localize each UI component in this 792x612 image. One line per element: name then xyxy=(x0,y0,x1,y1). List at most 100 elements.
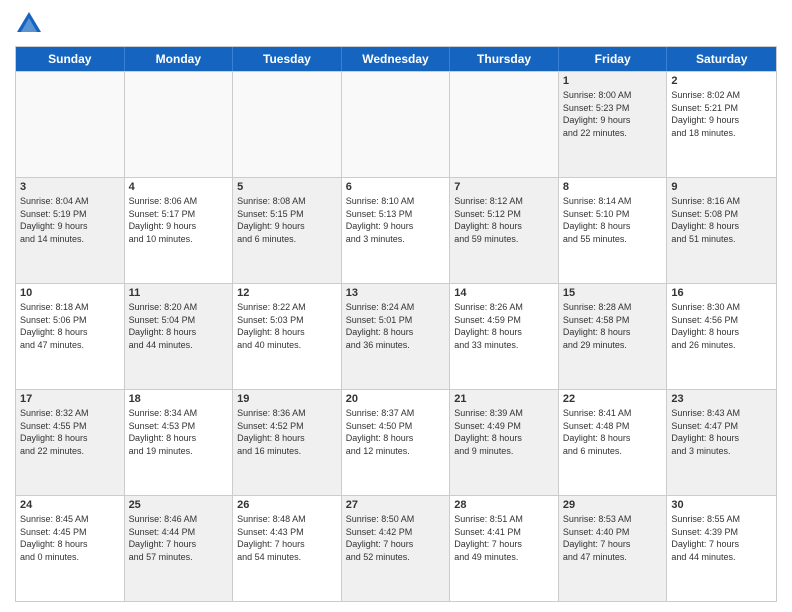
day-number: 27 xyxy=(346,499,446,511)
day-number: 7 xyxy=(454,181,554,193)
day-number: 22 xyxy=(563,393,663,405)
calendar-header-wednesday: Wednesday xyxy=(342,47,451,71)
day-info: Sunrise: 8:02 AMSunset: 5:21 PMDaylight:… xyxy=(671,89,772,139)
day-info: Sunrise: 8:20 AMSunset: 5:04 PMDaylight:… xyxy=(129,301,229,351)
calendar-cell: 16 Sunrise: 8:30 AMSunset: 4:56 PMDayligh… xyxy=(667,284,776,389)
calendar-cell: 1Sunrise: 8:00 AMSunset: 5:23 PMDaylight… xyxy=(559,72,668,177)
day-info: Sunrise: 8:22 AMSunset: 5:03 PMDaylight:… xyxy=(237,301,337,351)
calendar-body: 1Sunrise: 8:00 AMSunset: 5:23 PMDaylight… xyxy=(16,71,776,601)
calendar-row-0: 1Sunrise: 8:00 AMSunset: 5:23 PMDaylight… xyxy=(16,71,776,177)
calendar-header-friday: Friday xyxy=(559,47,668,71)
day-info: Sunrise: 8:16 AMSunset: 5:08 PMDaylight:… xyxy=(671,195,772,245)
calendar-cell xyxy=(450,72,559,177)
calendar-cell: 5 Sunrise: 8:08 AMSunset: 5:15 PMDaylight… xyxy=(233,178,342,283)
calendar-header-sunday: Sunday xyxy=(16,47,125,71)
calendar-cell: 7 Sunrise: 8:12 AMSunset: 5:12 PMDaylight… xyxy=(450,178,559,283)
calendar-row-3: 17 Sunrise: 8:32 AMSunset: 4:55 PMDayligh… xyxy=(16,389,776,495)
calendar-cell: 30Sunrise: 8:55 AMSunset: 4:39 PMDayligh… xyxy=(667,496,776,601)
day-info: Sunrise: 8:48 AMSunset: 4:43 PMDaylight:… xyxy=(237,513,337,563)
day-info: Sunrise: 8:34 AMSunset: 4:53 PMDaylight:… xyxy=(129,407,229,457)
calendar-cell: 3 Sunrise: 8:04 AMSunset: 5:19 PMDaylight… xyxy=(16,178,125,283)
day-number: 5 xyxy=(237,181,337,193)
day-number: 28 xyxy=(454,499,554,511)
calendar-cell: 4 Sunrise: 8:06 AMSunset: 5:17 PMDaylight… xyxy=(125,178,234,283)
calendar-row-1: 3 Sunrise: 8:04 AMSunset: 5:19 PMDaylight… xyxy=(16,177,776,283)
day-number: 25 xyxy=(129,499,229,511)
day-number: 24 xyxy=(20,499,120,511)
day-number: 17 xyxy=(20,393,120,405)
day-number: 26 xyxy=(237,499,337,511)
day-info: Sunrise: 8:04 AMSunset: 5:19 PMDaylight:… xyxy=(20,195,120,245)
day-info: Sunrise: 8:10 AMSunset: 5:13 PMDaylight:… xyxy=(346,195,446,245)
calendar-row-4: 24 Sunrise: 8:45 AMSunset: 4:45 PMDayligh… xyxy=(16,495,776,601)
day-info: Sunrise: 8:50 AMSunset: 4:42 PMDaylight:… xyxy=(346,513,446,563)
day-number: 13 xyxy=(346,287,446,299)
day-info: Sunrise: 8:14 AMSunset: 5:10 PMDaylight:… xyxy=(563,195,663,245)
calendar: SundayMondayTuesdayWednesdayThursdayFrid… xyxy=(15,46,777,602)
header xyxy=(15,10,777,38)
calendar-cell: 10Sunrise: 8:18 AMSunset: 5:06 PMDayligh… xyxy=(16,284,125,389)
calendar-header-thursday: Thursday xyxy=(450,47,559,71)
day-number: 18 xyxy=(129,393,229,405)
day-number: 30 xyxy=(671,499,772,511)
day-number: 9 xyxy=(671,181,772,193)
day-number: 29 xyxy=(563,499,663,511)
day-info: Sunrise: 8:08 AMSunset: 5:15 PMDaylight:… xyxy=(237,195,337,245)
calendar-cell: 11 Sunrise: 8:20 AMSunset: 5:04 PMDayligh… xyxy=(125,284,234,389)
calendar-header-row: SundayMondayTuesdayWednesdayThursdayFrid… xyxy=(16,47,776,71)
day-number: 3 xyxy=(20,181,120,193)
day-info: Sunrise: 8:43 AMSunset: 4:47 PMDaylight:… xyxy=(671,407,772,457)
page: SundayMondayTuesdayWednesdayThursdayFrid… xyxy=(0,0,792,612)
day-number: 8 xyxy=(563,181,663,193)
day-info: Sunrise: 8:41 AMSunset: 4:48 PMDaylight:… xyxy=(563,407,663,457)
day-number: 6 xyxy=(346,181,446,193)
calendar-cell: 29Sunrise: 8:53 AMSunset: 4:40 PMDayligh… xyxy=(559,496,668,601)
day-info: Sunrise: 8:00 AMSunset: 5:23 PMDaylight:… xyxy=(563,89,663,139)
day-info: Sunrise: 8:06 AMSunset: 5:17 PMDaylight:… xyxy=(129,195,229,245)
calendar-cell: 23 Sunrise: 8:43 AMSunset: 4:47 PMDayligh… xyxy=(667,390,776,495)
day-number: 12 xyxy=(237,287,337,299)
day-number: 2 xyxy=(671,75,772,87)
calendar-cell: 13 Sunrise: 8:24 AMSunset: 5:01 PMDayligh… xyxy=(342,284,451,389)
calendar-cell: 20 Sunrise: 8:37 AMSunset: 4:50 PMDayligh… xyxy=(342,390,451,495)
day-number: 23 xyxy=(671,393,772,405)
day-number: 15 xyxy=(563,287,663,299)
calendar-header-monday: Monday xyxy=(125,47,234,71)
day-info: Sunrise: 8:45 AMSunset: 4:45 PMDaylight:… xyxy=(20,513,120,563)
day-info: Sunrise: 8:26 AMSunset: 4:59 PMDaylight:… xyxy=(454,301,554,351)
calendar-cell: 22 Sunrise: 8:41 AMSunset: 4:48 PMDayligh… xyxy=(559,390,668,495)
calendar-cell: 17 Sunrise: 8:32 AMSunset: 4:55 PMDayligh… xyxy=(16,390,125,495)
day-info: Sunrise: 8:39 AMSunset: 4:49 PMDaylight:… xyxy=(454,407,554,457)
calendar-cell: 12 Sunrise: 8:22 AMSunset: 5:03 PMDayligh… xyxy=(233,284,342,389)
day-info: Sunrise: 8:12 AMSunset: 5:12 PMDaylight:… xyxy=(454,195,554,245)
day-info: Sunrise: 8:51 AMSunset: 4:41 PMDaylight:… xyxy=(454,513,554,563)
calendar-cell: 27 Sunrise: 8:50 AMSunset: 4:42 PMDayligh… xyxy=(342,496,451,601)
day-number: 14 xyxy=(454,287,554,299)
day-number: 20 xyxy=(346,393,446,405)
calendar-cell xyxy=(16,72,125,177)
calendar-header-saturday: Saturday xyxy=(667,47,776,71)
day-info: Sunrise: 8:28 AMSunset: 4:58 PMDaylight:… xyxy=(563,301,663,351)
calendar-cell: 14 Sunrise: 8:26 AMSunset: 4:59 PMDayligh… xyxy=(450,284,559,389)
day-info: Sunrise: 8:30 AMSunset: 4:56 PMDaylight:… xyxy=(671,301,772,351)
day-info: Sunrise: 8:37 AMSunset: 4:50 PMDaylight:… xyxy=(346,407,446,457)
day-number: 11 xyxy=(129,287,229,299)
calendar-cell: 19 Sunrise: 8:36 AMSunset: 4:52 PMDayligh… xyxy=(233,390,342,495)
calendar-cell: 28 Sunrise: 8:51 AMSunset: 4:41 PMDayligh… xyxy=(450,496,559,601)
day-info: Sunrise: 8:46 AMSunset: 4:44 PMDaylight:… xyxy=(129,513,229,563)
logo-icon xyxy=(15,10,43,38)
calendar-cell: 6 Sunrise: 8:10 AMSunset: 5:13 PMDaylight… xyxy=(342,178,451,283)
day-number: 4 xyxy=(129,181,229,193)
day-info: Sunrise: 8:32 AMSunset: 4:55 PMDaylight:… xyxy=(20,407,120,457)
calendar-cell xyxy=(233,72,342,177)
calendar-cell xyxy=(342,72,451,177)
calendar-cell: 26 Sunrise: 8:48 AMSunset: 4:43 PMDayligh… xyxy=(233,496,342,601)
logo xyxy=(15,10,47,38)
calendar-cell: 2 Sunrise: 8:02 AMSunset: 5:21 PMDaylight… xyxy=(667,72,776,177)
day-info: Sunrise: 8:36 AMSunset: 4:52 PMDaylight:… xyxy=(237,407,337,457)
calendar-cell: 9 Sunrise: 8:16 AMSunset: 5:08 PMDaylight… xyxy=(667,178,776,283)
day-number: 19 xyxy=(237,393,337,405)
day-number: 16 xyxy=(671,287,772,299)
day-info: Sunrise: 8:24 AMSunset: 5:01 PMDaylight:… xyxy=(346,301,446,351)
calendar-cell: 25 Sunrise: 8:46 AMSunset: 4:44 PMDayligh… xyxy=(125,496,234,601)
